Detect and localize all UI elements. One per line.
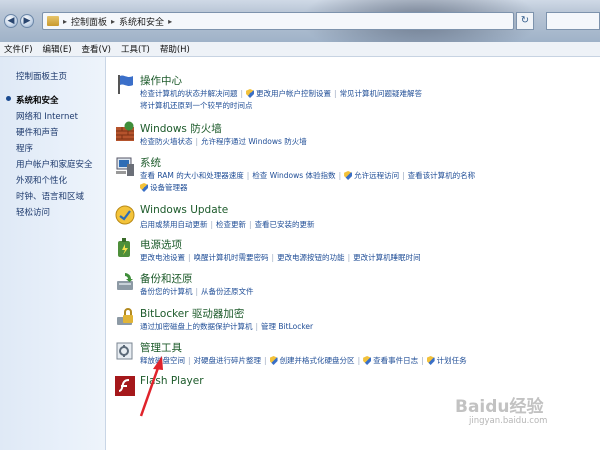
task-link[interactable]: 更改计算机睡眠时间: [353, 252, 421, 263]
task-link[interactable]: 创建并格式化硬盘分区: [280, 355, 355, 366]
uac-shield-icon: [426, 356, 435, 365]
menu-tools[interactable]: 工具(T): [121, 43, 150, 55]
task-link[interactable]: 查看事件日志: [373, 355, 418, 366]
control-panel-icon: [47, 16, 59, 26]
uac-shield-icon: [140, 183, 148, 192]
task-line: 设备管理器: [140, 182, 188, 193]
windows-update-icon: [115, 205, 135, 225]
task-link[interactable]: 更改电源按钮的功能: [277, 252, 345, 263]
category-title[interactable]: 系统: [140, 155, 161, 170]
task-line: 通过加密磁盘上的数据保护计算机 | 管理 BitLocker: [140, 321, 314, 332]
sidebar-item-clock-region[interactable]: 时钟、语言和区域: [16, 190, 84, 202]
task-line: 更改电池设置 | 唤醒计算机时需要密码 | 更改电源按钮的功能 | 更改计算机睡眠时间: [140, 252, 421, 263]
task-link[interactable]: 允许远程访问: [354, 170, 399, 181]
uac-shield-icon: [246, 89, 255, 98]
breadcrumb-control-panel[interactable]: 控制面板: [71, 15, 107, 28]
task-link[interactable]: 常见计算机问题疑难解答: [340, 88, 423, 99]
task-link[interactable]: 备份您的计算机: [140, 286, 193, 297]
task-link[interactable]: 查看已安装的更新: [255, 219, 315, 230]
sidebar-item-appearance[interactable]: 外观和个性化: [16, 174, 67, 186]
task-link[interactable]: 管理 BitLocker: [261, 321, 313, 332]
backup-restore-icon: [117, 273, 133, 290]
watermark-logo: Baidu经验: [455, 397, 544, 417]
sidebar-item-user-accounts[interactable]: 用户帐户和家庭安全: [16, 158, 93, 170]
category-title[interactable]: Flash Player: [140, 375, 204, 387]
task-link[interactable]: 释放磁盘空间: [140, 355, 185, 366]
task-link[interactable]: 查看该计算机的名称: [408, 170, 476, 181]
task-link[interactable]: 检查防火墙状态: [140, 136, 193, 147]
breadcrumb-system-security[interactable]: 系统和安全: [119, 15, 164, 28]
task-line: 检查计算机的状态并解决问题 | 更改用户帐户控制设置 | 常见计算机问题疑难解答: [140, 88, 423, 99]
task-link[interactable]: 唤醒计算机时需要密码: [194, 252, 269, 263]
category-title[interactable]: Windows Update: [140, 204, 228, 216]
task-line: 查看 RAM 的大小和处理器速度 | 检查 Windows 体验指数 | 允许远程访…: [140, 170, 476, 181]
window-titlebar: ◀ ▶ ▸ 控制面板 ▸ 系统和安全 ▸ ↻: [0, 0, 600, 42]
category-title[interactable]: Windows 防火墙: [140, 121, 222, 136]
category-title[interactable]: 操作中心: [140, 73, 182, 88]
admin-tools-icon: [116, 342, 133, 360]
power-options-icon: [118, 238, 130, 257]
search-input[interactable]: [546, 12, 600, 30]
task-link[interactable]: 检查更新: [216, 219, 246, 230]
task-link[interactable]: 检查 Windows 体验指数: [252, 170, 335, 181]
sidebar-item-network[interactable]: 网络和 Internet: [16, 110, 78, 122]
firewall-icon: [116, 121, 134, 141]
sidebar-home-link[interactable]: 控制面板主页: [16, 70, 67, 82]
task-link[interactable]: 更改电池设置: [140, 252, 185, 263]
task-line: 将计算机还原到一个较早的时间点: [140, 100, 253, 111]
category-title[interactable]: 电源选项: [140, 237, 182, 252]
uac-shield-icon: [269, 356, 278, 365]
uac-shield-icon: [344, 171, 353, 180]
task-line: 检查防火墙状态 | 允许程序通过 Windows 防火墙: [140, 136, 307, 147]
forward-button[interactable]: ▶: [20, 14, 34, 28]
menu-view[interactable]: 查看(V): [82, 43, 111, 55]
sidebar-item-programs[interactable]: 程序: [16, 142, 33, 154]
task-link[interactable]: 通过加密磁盘上的数据保护计算机: [140, 321, 253, 332]
flash-player-icon: [115, 376, 135, 396]
task-link[interactable]: 计划任务: [437, 355, 467, 366]
sidebar-item-system-security[interactable]: 系统和安全: [16, 94, 59, 106]
breadcrumb-separator: ▸: [168, 16, 173, 26]
task-link[interactable]: 检查计算机的状态并解决问题: [140, 88, 238, 99]
category-title[interactable]: 备份和还原: [140, 271, 193, 286]
task-link[interactable]: 对硬盘进行碎片整理: [194, 355, 262, 366]
task-line: 启用或禁用自动更新 | 检查更新 | 查看已安装的更新: [140, 219, 315, 230]
task-link[interactable]: 查看 RAM 的大小和处理器速度: [140, 170, 244, 181]
sidebar-item-ease-of-access[interactable]: 轻松访问: [16, 206, 50, 218]
breadcrumb-separator: ▸: [63, 16, 68, 26]
back-button[interactable]: ◀: [4, 14, 18, 28]
task-link[interactable]: 将计算机还原到一个较早的时间点: [140, 100, 253, 111]
active-bullet-icon: [6, 96, 11, 101]
menu-file[interactable]: 文件(F): [4, 43, 33, 55]
task-link[interactable]: 设备管理器: [150, 182, 188, 193]
menu-help[interactable]: 帮助(H): [160, 43, 190, 55]
task-line: 备份您的计算机 | 从备份还原文件: [140, 286, 254, 297]
system-icon: [116, 157, 134, 176]
action-center-flag-icon: [118, 75, 133, 94]
task-line: 释放磁盘空间 | 对硬盘进行碎片整理 | 创建并格式化硬盘分区 | 查看事件日志 | 计…: [140, 355, 467, 366]
sidebar-item-hardware[interactable]: 硬件和声音: [16, 126, 59, 138]
category-title[interactable]: 管理工具: [140, 340, 182, 355]
breadcrumb-separator: ▸: [111, 16, 116, 26]
uac-shield-icon: [363, 356, 372, 365]
task-link[interactable]: 启用或禁用自动更新: [140, 219, 208, 230]
sidebar: 控制面板主页 系统和安全 网络和 Internet 硬件和声音 程序 用户帐户和…: [0, 57, 106, 450]
task-link[interactable]: 从备份还原文件: [201, 286, 254, 297]
task-link[interactable]: 允许程序通过 Windows 防火墙: [201, 136, 307, 147]
category-title[interactable]: BitLocker 驱动器加密: [140, 306, 244, 321]
task-link[interactable]: 更改用户帐户控制设置: [256, 88, 331, 99]
menu-edit[interactable]: 编辑(E): [43, 43, 72, 55]
refresh-icon[interactable]: ↻: [516, 12, 534, 30]
address-bar[interactable]: ▸ 控制面板 ▸ 系统和安全 ▸: [42, 12, 514, 30]
watermark-url: jingyan.baidu.com: [469, 416, 548, 426]
menu-bar: 文件(F) 编辑(E) 查看(V) 工具(T) 帮助(H): [0, 42, 600, 57]
bitlocker-icon: [117, 308, 133, 325]
